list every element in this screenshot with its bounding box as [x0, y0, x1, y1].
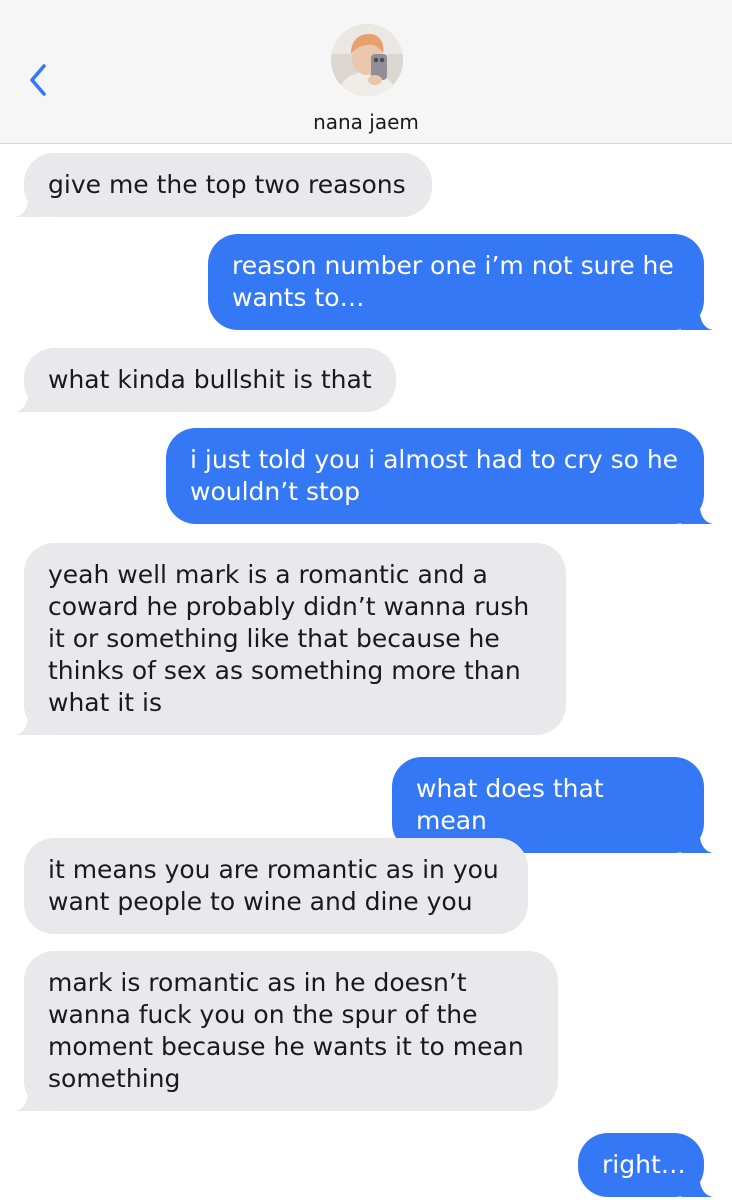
- contact-photo: [331, 24, 403, 96]
- conversation-header: nana jaem: [0, 0, 732, 144]
- avatar[interactable]: [331, 24, 403, 96]
- message-text: i just told you i almost had to cry so h…: [190, 445, 679, 506]
- message-text: what kinda bullshit is that: [48, 365, 372, 394]
- message-row: yeah well mark is a romantic and a cowar…: [15, 543, 566, 735]
- outgoing-message-bubble[interactable]: reason number one i’m not sure he wants …: [208, 234, 704, 330]
- message-text: mark is romantic as in he doesn’t wanna …: [48, 968, 524, 1093]
- outgoing-message-bubble[interactable]: right…: [578, 1133, 704, 1197]
- outgoing-message-bubble[interactable]: i just told you i almost had to cry so h…: [166, 428, 704, 524]
- message-text: give me the top two reasons: [48, 170, 406, 199]
- contact-name[interactable]: nana jaem: [0, 110, 732, 134]
- message-text: yeah well mark is a romantic and a cowar…: [48, 560, 530, 717]
- chevron-left-icon: [30, 64, 46, 96]
- message-row: give me the top two reasons: [15, 153, 432, 217]
- message-text: what does that mean: [416, 774, 604, 835]
- back-button[interactable]: [22, 58, 62, 104]
- message-row: it means you are romantic as in you want…: [24, 838, 528, 934]
- message-row: i just told you i almost had to cry so h…: [166, 428, 713, 524]
- message-text: it means you are romantic as in you want…: [48, 855, 499, 916]
- message-text: right…: [602, 1150, 686, 1179]
- message-text: reason number one i’m not sure he wants …: [232, 251, 674, 312]
- message-row: what kinda bullshit is that: [15, 348, 396, 412]
- message-row: mark is romantic as in he doesn’t wanna …: [15, 951, 558, 1111]
- message-row: reason number one i’m not sure he wants …: [208, 234, 713, 330]
- incoming-message-bubble[interactable]: give me the top two reasons: [24, 153, 432, 217]
- message-row: right…: [578, 1133, 713, 1197]
- incoming-message-bubble[interactable]: what kinda bullshit is that: [24, 348, 396, 412]
- incoming-message-bubble[interactable]: yeah well mark is a romantic and a cowar…: [24, 543, 566, 735]
- incoming-message-bubble[interactable]: mark is romantic as in he doesn’t wanna …: [24, 951, 558, 1111]
- incoming-message-bubble[interactable]: it means you are romantic as in you want…: [24, 838, 528, 934]
